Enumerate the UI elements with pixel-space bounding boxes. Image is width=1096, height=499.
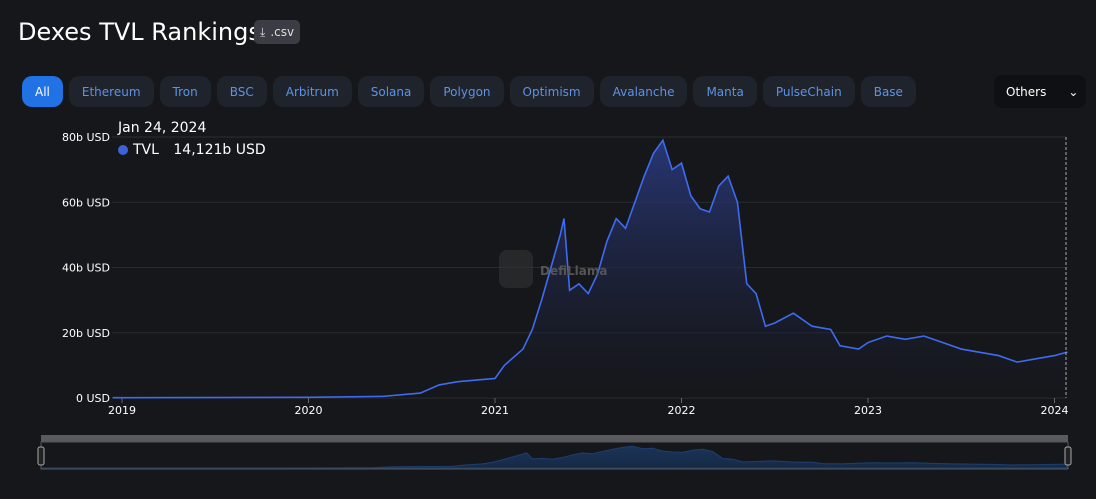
llama-logo-icon	[499, 250, 533, 288]
x-tick-label: 2020	[295, 404, 323, 417]
slider-bar	[41, 435, 1068, 442]
y-tick-label: 0 USD	[76, 392, 110, 405]
y-tick-label: 80b USD	[62, 131, 110, 144]
y-tick-label: 40b USD	[62, 262, 110, 275]
x-tick-label: 2019	[108, 404, 136, 417]
slider-handle-left	[37, 446, 45, 466]
series-dot	[118, 145, 128, 155]
slider-preview-area	[41, 445, 1068, 469]
y-tick-label: 20b USD	[62, 327, 110, 340]
tvl-chart[interactable]: 0 USD 20b USD 40b USD 60b USD 80b USD 2019 202…	[0, 0, 1096, 499]
x-tick-label: 2022	[668, 404, 696, 417]
x-tick-label: 2023	[854, 404, 882, 417]
slider-handle-right	[1064, 446, 1072, 466]
x-tick-label: 2024	[1041, 404, 1069, 417]
watermark-logo: DefiLlama	[540, 264, 607, 278]
x-tick-label: 2021	[481, 404, 509, 417]
tooltip-date: Jan 24, 2024	[118, 120, 207, 136]
tooltip-value: TVL 14,121b USD	[118, 142, 266, 158]
y-tick-label: 60b USD	[62, 196, 110, 209]
